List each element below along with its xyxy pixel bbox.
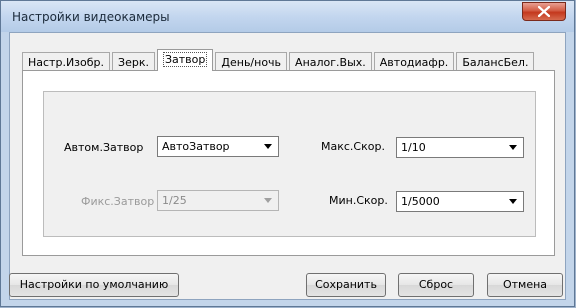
auto-shutter-label: Автом.Затвор xyxy=(64,141,144,154)
shutter-group: Автом.Затвор АвтоЗатвор Фикс.Затвор 1/25… xyxy=(43,91,536,237)
auto-shutter-value: АвтоЗатвор xyxy=(162,140,230,153)
tab-day-night[interactable]: День/ночь xyxy=(215,52,288,71)
cancel-button[interactable]: Отмена xyxy=(487,273,563,297)
min-speed-label: Мин.Скор. xyxy=(329,194,388,207)
max-speed-value: 1/10 xyxy=(401,141,426,154)
chevron-down-icon xyxy=(260,192,277,209)
tab-shutter[interactable]: Затвор xyxy=(156,49,214,71)
max-speed-select[interactable]: 1/10 xyxy=(396,137,524,158)
tab-auto-iris[interactable]: Автодиафр. xyxy=(373,52,455,71)
max-speed-label: Макс.Скор. xyxy=(321,140,385,153)
title-bar[interactable]: Настройки видеокамеры xyxy=(1,1,574,32)
tab-analog-output[interactable]: Аналог.Вых. xyxy=(289,52,372,71)
close-x-icon xyxy=(538,6,550,17)
reset-button[interactable]: Сброс xyxy=(398,273,474,297)
dialog-client-area: Настр.Изобр. Зерк. Затвор День/ночь Анал… xyxy=(9,32,566,300)
tab-strip: Настр.Изобр. Зерк. Затвор День/ночь Анал… xyxy=(22,49,536,71)
tab-white-balance[interactable]: БалансБел. xyxy=(456,52,535,71)
min-speed-select[interactable]: 1/5000 xyxy=(396,191,524,212)
camera-settings-window: Настройки видеокамеры Настр.Изобр. Зерк.… xyxy=(0,0,575,307)
fixed-shutter-value: 1/25 xyxy=(162,194,187,207)
fixed-shutter-select: 1/25 xyxy=(157,190,279,211)
shutter-tab-panel: Автом.Затвор АвтоЗатвор Фикс.Затвор 1/25… xyxy=(22,70,555,256)
chevron-down-icon[interactable] xyxy=(505,139,522,156)
tab-mirror[interactable]: Зерк. xyxy=(112,52,155,71)
auto-shutter-select[interactable]: АвтоЗатвор xyxy=(157,136,279,157)
close-button[interactable] xyxy=(522,2,566,21)
restore-defaults-button[interactable]: Настройки по умолчанию xyxy=(9,273,179,297)
chevron-down-icon[interactable] xyxy=(505,193,522,210)
save-button[interactable]: Сохранить xyxy=(306,273,386,297)
min-speed-value: 1/5000 xyxy=(401,195,440,208)
chevron-down-icon[interactable] xyxy=(260,138,277,155)
fixed-shutter-label: Фикс.Затвор xyxy=(81,195,155,208)
window-title: Настройки видеокамеры xyxy=(12,10,170,24)
tab-image-settings[interactable]: Настр.Изобр. xyxy=(22,52,111,71)
